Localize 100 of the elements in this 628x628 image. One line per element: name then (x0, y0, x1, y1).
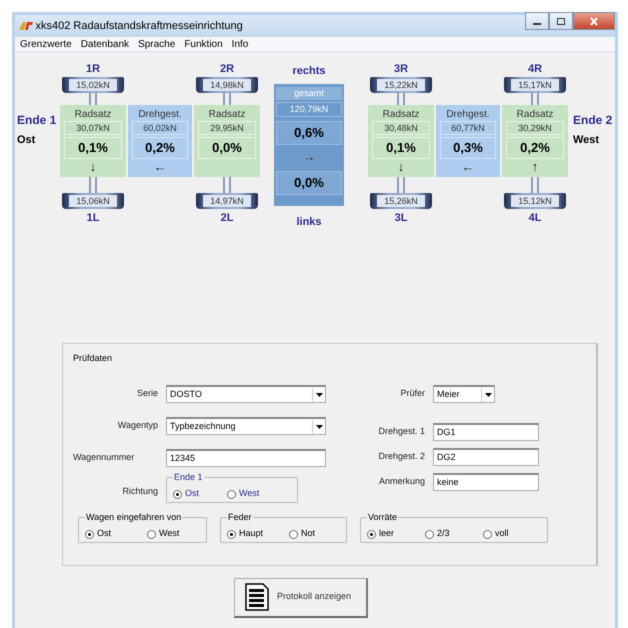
load-value: 15,26kN (377, 195, 425, 207)
dropdown-arrow-icon (484, 392, 492, 396)
direction-arrow: ← (154, 160, 166, 174)
axle-name: Radsatz (74, 108, 112, 121)
input-field[interactable]: DG2 (433, 448, 539, 466)
bogie-force: 60,77kN (440, 121, 496, 135)
minimize-button[interactable] (525, 12, 549, 30)
group-legend: Vorräte (367, 511, 398, 523)
menu-item[interactable]: Info (232, 37, 248, 51)
wheel-label: 4R (526, 62, 544, 77)
radio-label: West (239, 487, 260, 500)
radio-label: Haupt (239, 527, 264, 540)
radio-label: Ost (97, 527, 112, 540)
direction-arrow: ↑ (532, 160, 538, 174)
close-button[interactable] (573, 12, 615, 30)
field-label: Richtung (121, 485, 159, 498)
radio-button[interactable] (227, 490, 236, 498)
panel-title: Prüfdaten (73, 352, 114, 364)
group-legend: Wagen eingefahren von (85, 511, 182, 523)
field-label: Drehgest. 2 (377, 450, 426, 464)
dropdown-field[interactable]: Meier (433, 385, 495, 403)
bogie-force: 60,02kN (132, 121, 188, 135)
end-direction: West (573, 133, 600, 148)
end-label: Ende 2 (573, 112, 613, 129)
report-document-icon (245, 583, 269, 611)
menu-item[interactable]: Datenbank (80, 37, 130, 51)
field-label: Drehgest. 1 (377, 425, 426, 438)
radio-label: Not (301, 527, 316, 540)
bogie-name: Drehgest. (137, 108, 183, 121)
field-label: Anmerkung (378, 475, 426, 488)
axle-percent: 0,1% (64, 137, 122, 159)
radio-label: leer (379, 527, 394, 540)
wheel-label: 2L (220, 210, 234, 226)
dropdown-arrow-icon (316, 424, 322, 428)
group-legend: Ende 1 (173, 471, 204, 483)
input-field[interactable]: DG1 (433, 423, 539, 441)
direction-arrow: ↓ (90, 160, 96, 174)
bogie-percent: 0,3% (440, 137, 496, 159)
load-value: 15,02kN (69, 79, 117, 91)
dropdown-field[interactable]: DOSTO (166, 385, 326, 403)
total-percent: 0,6% (276, 121, 342, 145)
load-value: 14,98kN (203, 79, 251, 91)
radio-button[interactable] (147, 530, 156, 538)
radio-label: voll (495, 527, 509, 540)
radio-label: West (159, 527, 180, 540)
window-title: xks402 Radaufstandskraftmesseinrichtung (36, 18, 243, 34)
wheel-label: 3L (394, 210, 408, 226)
input-field[interactable]: keine (433, 473, 539, 491)
minimize-icon (533, 22, 541, 24)
field-label: Prüfer (399, 387, 426, 400)
total-name: gesamt (276, 87, 342, 100)
axle-name: Radsatz (208, 108, 246, 121)
radio-button[interactable] (289, 530, 298, 538)
load-value: 14,97kN (203, 195, 251, 207)
wheel-label: 2R (218, 62, 236, 77)
axle-name: Radsatz (516, 108, 554, 121)
direction-arrow: ↓ (398, 160, 404, 174)
load-value: 15,17kN (511, 79, 559, 91)
group-legend: Feder (227, 511, 253, 523)
maximize-icon (557, 18, 565, 24)
radio-button[interactable] (367, 530, 376, 538)
radio-button[interactable] (173, 490, 182, 498)
menu-item[interactable]: Sprache (138, 37, 176, 51)
axle-force: 30,29kN (506, 121, 564, 135)
field-label: Wagennummer (73, 451, 136, 464)
load-value: 15,22kN (377, 79, 425, 91)
axle-force: 29,95kN (198, 121, 256, 135)
radio-button[interactable] (483, 530, 492, 538)
axle-percent: 0,2% (506, 137, 564, 159)
axle-name: Radsatz (382, 108, 420, 121)
radio-label: 2/3 (437, 527, 450, 540)
field-label: Wagentyp (116, 419, 159, 432)
app-icon (19, 21, 33, 31)
radio-label: Ost (185, 487, 200, 500)
load-value: 15,12kN (511, 195, 559, 207)
radio-button[interactable] (227, 530, 236, 538)
show-report-button[interactable]: Protokoll anzeigen (234, 578, 368, 618)
end-label: Ende 1 (17, 112, 58, 129)
maximize-button[interactable] (549, 12, 573, 30)
axle-force: 30,48kN (372, 121, 430, 135)
end-direction: Ost (17, 133, 36, 148)
close-icon (590, 16, 598, 26)
menu-item[interactable]: Funktion (184, 37, 223, 51)
radio-button[interactable] (85, 530, 94, 538)
axle-force: 30,07kN (64, 121, 122, 135)
input-field[interactable]: 12345 (166, 449, 326, 467)
wheel-label: 3R (392, 62, 410, 77)
wheel-label: 1R (84, 62, 102, 77)
radio-button[interactable] (425, 530, 434, 538)
dropdown-arrow-icon (316, 392, 322, 396)
dropdown-field[interactable]: Typbezeichnung (166, 417, 326, 435)
side-label: links (296, 215, 322, 230)
wheel-label: 1L (86, 210, 100, 226)
axle-percent: 0,1% (372, 137, 430, 159)
field-label: Serie (136, 387, 159, 400)
direction-arrow: ← (462, 160, 474, 174)
bogie-percent: 0,2% (132, 137, 188, 159)
side-label: rechts (292, 64, 326, 79)
total-force: 120,79kN (276, 102, 342, 117)
menu-item[interactable]: Grenzwerte (20, 37, 72, 51)
